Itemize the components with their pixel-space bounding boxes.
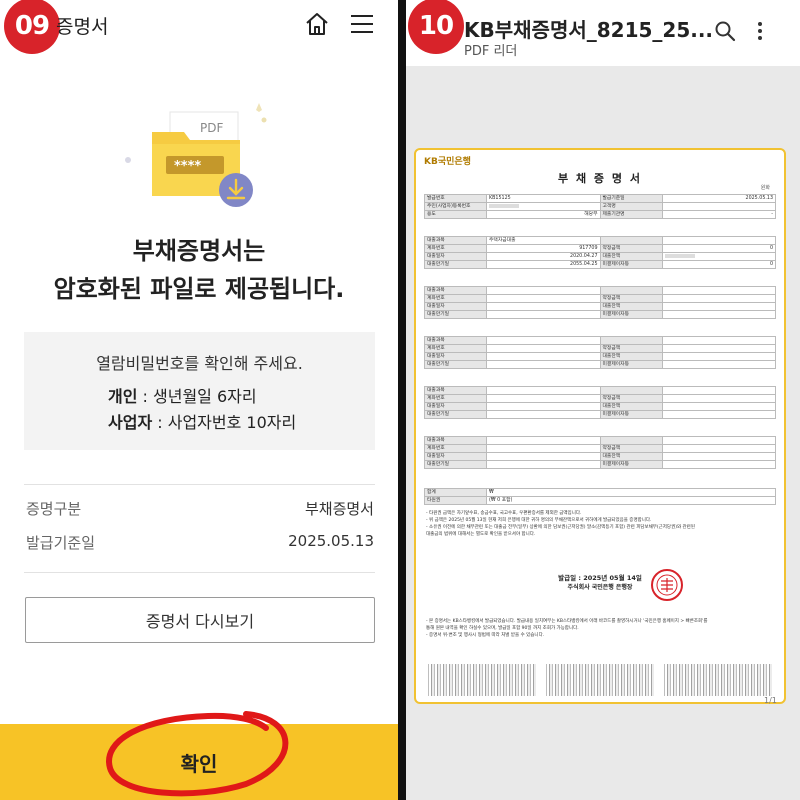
more-options-icon[interactable] [756,20,764,42]
loan-table-4: 대출과목 계좌번호 약정금액 대출일자 대출잔액 대출만기일 미결제이자등 [424,386,776,419]
barcode [546,664,654,696]
panel-divider [398,0,406,800]
password-stars: **** [174,159,201,174]
loan-table-1: 대출과목 주택자금대출 계좌번호 917709 약정금액 0 대출일자 2020.04.2… [424,236,776,269]
barcode [428,664,536,696]
loan-table-5: 대출과목 계좌번호 약정금액 대출일자 대출잔액 대출만기일 미결제이자등 [424,436,776,469]
total-table: 합계 ₩ 타원권 (₩ 0 포함) [424,488,776,505]
header-table: 발급번호 KB15125 발급기준일 2025.05.13 주민(사업자)등록번호 고객… [424,194,776,219]
password-rules: 개인 : 생년월일 6자리 사업자 : 사업자번호 10자리 [108,387,297,432]
issue-date: 발급일 : 2025년 05월 14일 [558,574,642,582]
home-icon[interactable] [303,10,331,38]
page-title: 증명서 [56,16,109,38]
info-row-type: 증명구분 부채증명서 [26,500,374,518]
notes-block-1: - 타원권 금액은 자기앞수표, 송금수표, 국고수표, 우편환증서를 제외한 … [426,511,695,537]
search-icon[interactable] [714,20,736,42]
encrypted-pdf-illustration: PDF **** [125,103,267,207]
loan-table-3: 대출과목 계좌번호 약정금액 대출일자 대출잔액 대출만기일 미결제이자등 [424,336,776,369]
file-title: KB부채증명서_8215_25... [464,18,714,42]
confirm-button[interactable]: 확인 [0,724,398,800]
step-badge: 10 [408,0,464,54]
document-title: 부 채 증 명 서 [558,172,642,185]
right-screen: 10 KB부채증명서_8215_25... PDF 리더 KB국민은행 부 채 … [406,0,800,800]
step-badge: 09 [4,0,60,54]
divider [24,484,375,485]
app-subtitle: PDF 리더 [464,44,518,59]
divider [24,572,375,573]
password-prompt: 열람비밀번호를 확인해 주세요. [96,354,303,373]
notes-block-2: - 본 증명서는 KB스타뱅킹에서 발급되었습니다. 발급내용 일치여부는 KB… [426,619,708,638]
barcode [664,664,772,696]
pdf-viewer-toolbar: 10 KB부채증명서_8215_25... PDF 리더 [406,0,800,66]
pdf-label: PDF [200,121,223,135]
left-screen: 09 증명서 PDF **** 부채증명서는 암호화된 파일로 제공됩니다. 열… [0,0,398,800]
info-row-date: 발급기준일 2025.05.13 [26,532,374,552]
issuer-name: 주식회사 국민은행 은행장 [567,584,633,591]
currency-unit: 원화 [760,185,770,191]
page-indicator: 1/1 [764,696,777,705]
kb-logo: KB국민은행 [424,157,471,167]
loan-table-2: 대출과목 계좌번호 약정금액 대출일자 대출잔액 대출만기일 미결제이자등 [424,286,776,319]
bank-seal-stamp [651,569,683,601]
pdf-document-page[interactable]: KB국민은행 부 채 증 명 서 원화 발급번호 KB15125 발급기준일 2025… [414,148,786,704]
view-certificate-button[interactable]: 증명서 다시보기 [25,597,375,643]
password-info-box: 열람비밀번호를 확인해 주세요. 개인 : 생년월일 6자리 사업자 : 사업자… [24,332,375,450]
headline: 부채증명서는 암호화된 파일로 제공됩니다. [53,237,345,303]
barcodes [428,664,772,696]
menu-icon[interactable] [349,12,375,36]
